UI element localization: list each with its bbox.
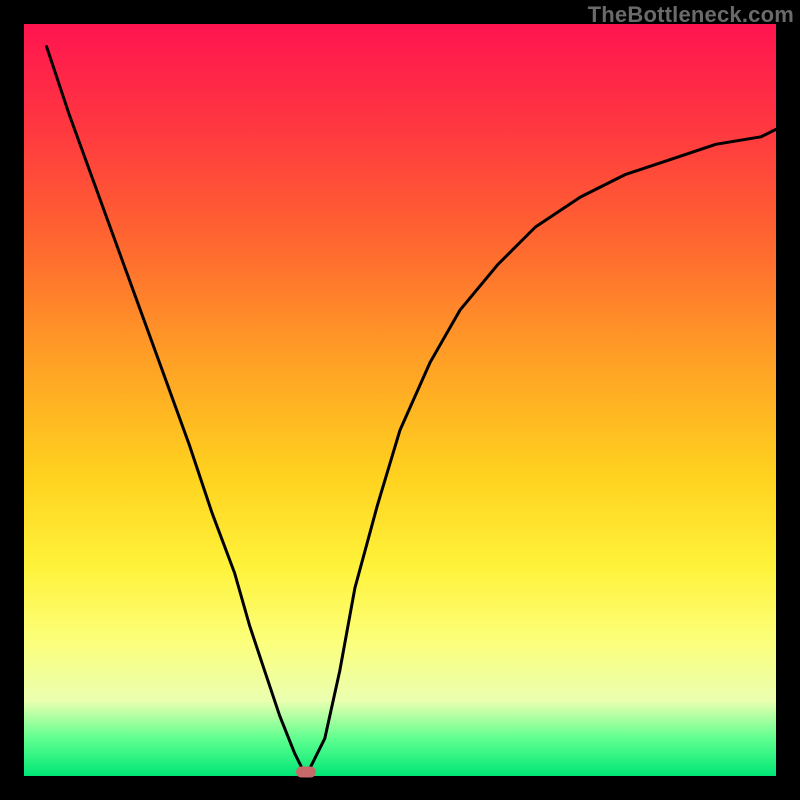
watermark-text: TheBottleneck.com (588, 2, 794, 28)
plot-area (24, 24, 776, 776)
curve-svg (24, 24, 776, 776)
optimum-marker (296, 767, 316, 778)
bottleneck-curve (47, 47, 776, 769)
chart-frame: TheBottleneck.com (0, 0, 800, 800)
